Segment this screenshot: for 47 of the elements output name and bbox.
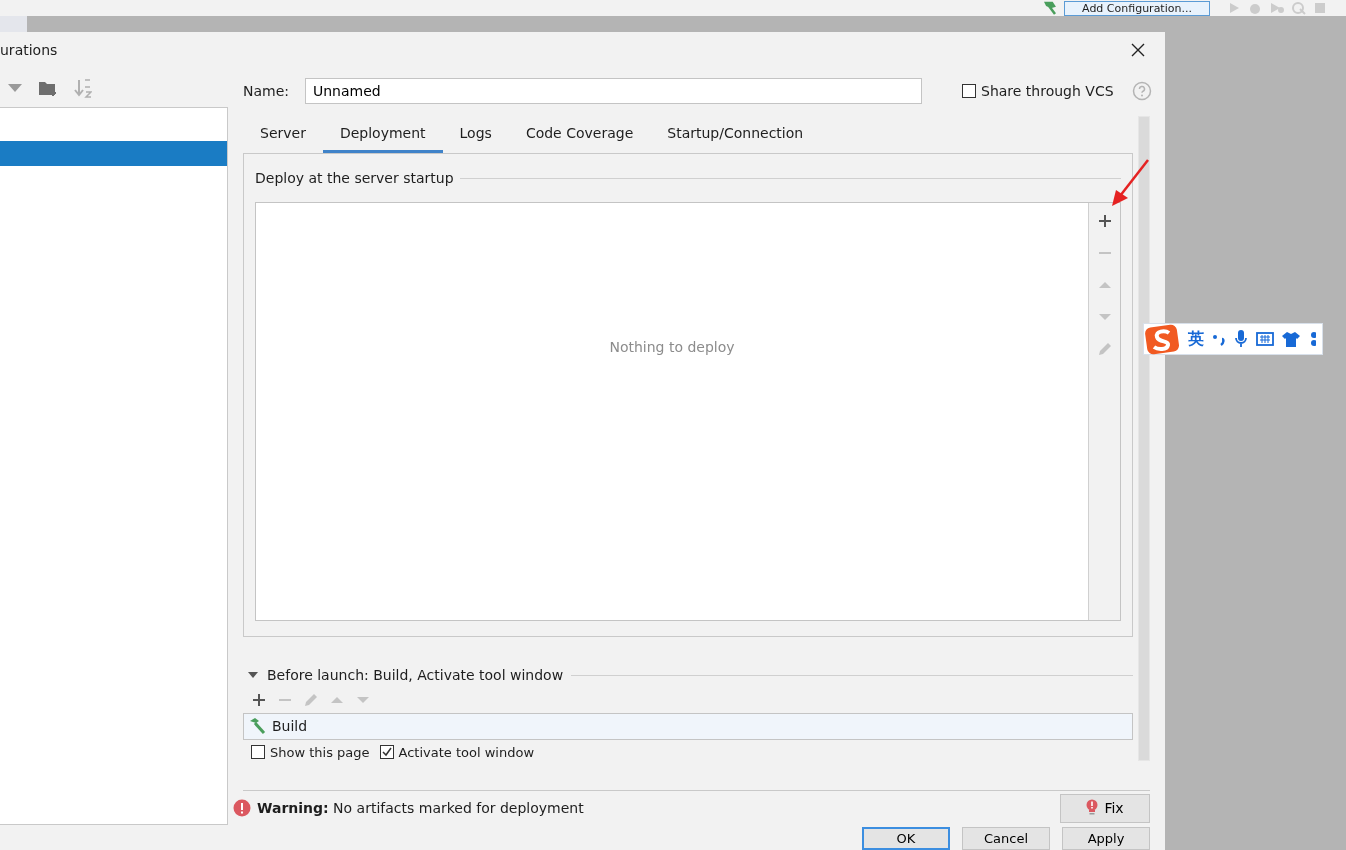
section-title: Deploy at the server startup xyxy=(255,170,454,186)
warning-message: Warning: No artifacts marked for deployment xyxy=(257,800,584,816)
checkbox[interactable] xyxy=(962,84,976,98)
empty-text: Nothing to deploy xyxy=(608,337,736,357)
option-label: Show this page xyxy=(270,744,370,760)
ime-logo-icon[interactable] xyxy=(1144,323,1180,355)
checkbox[interactable] xyxy=(379,745,394,760)
close-icon[interactable] xyxy=(1131,43,1145,57)
debug-icon[interactable] xyxy=(1248,1,1262,15)
selected-tree-row[interactable] xyxy=(0,141,227,166)
coverage-icon[interactable] xyxy=(1270,1,1284,15)
error-icon xyxy=(233,799,251,817)
tab[interactable]: Server xyxy=(243,116,323,153)
name-label: Name: xyxy=(243,83,291,99)
tab[interactable]: Startup/Connection xyxy=(650,116,821,153)
hammer-icon xyxy=(248,717,266,736)
task-row[interactable]: Build xyxy=(243,712,1133,741)
keyboard-icon[interactable] xyxy=(1256,332,1274,346)
task-label: Build xyxy=(272,718,308,735)
scrollbar[interactable] xyxy=(1138,116,1150,761)
dialog-title: urations xyxy=(0,42,58,58)
dialog-button[interactable]: OK xyxy=(862,827,950,850)
input-mode[interactable]: 英 xyxy=(1188,328,1204,350)
tab[interactable]: Deployment xyxy=(322,116,443,153)
bulb-icon xyxy=(1086,799,1099,817)
checkbox[interactable] xyxy=(251,745,265,760)
run-icon[interactable] xyxy=(1228,1,1240,15)
editor-tab[interactable] xyxy=(0,16,27,32)
help-icon[interactable] xyxy=(1131,81,1152,101)
add-configuration-button[interactable]: Add Configuration... xyxy=(1064,0,1210,16)
dialog-button[interactable]: Cancel xyxy=(962,827,1050,850)
shirt-icon[interactable] xyxy=(1282,331,1300,347)
fix-button[interactable]: Fix xyxy=(1060,793,1150,823)
hammer-icon[interactable] xyxy=(1044,1,1056,15)
name-field[interactable]: Unnamed xyxy=(305,78,922,104)
tab[interactable]: Logs xyxy=(442,116,509,153)
section-title: Before launch: Build, Activate tool window xyxy=(267,667,564,684)
option-label: Activate tool window xyxy=(398,744,534,760)
share-label: Share through VCS xyxy=(981,83,1114,99)
dialog-button[interactable]: Apply xyxy=(1062,827,1150,850)
sort-icon[interactable] xyxy=(74,77,92,98)
profile-icon[interactable] xyxy=(1292,1,1306,15)
microphone-icon[interactable] xyxy=(1234,329,1248,349)
stop-icon[interactable] xyxy=(1314,1,1326,15)
caret-down-icon[interactable] xyxy=(8,83,22,92)
tab[interactable]: Code Coverage xyxy=(508,116,651,153)
configuration-tree[interactable] xyxy=(0,107,228,825)
